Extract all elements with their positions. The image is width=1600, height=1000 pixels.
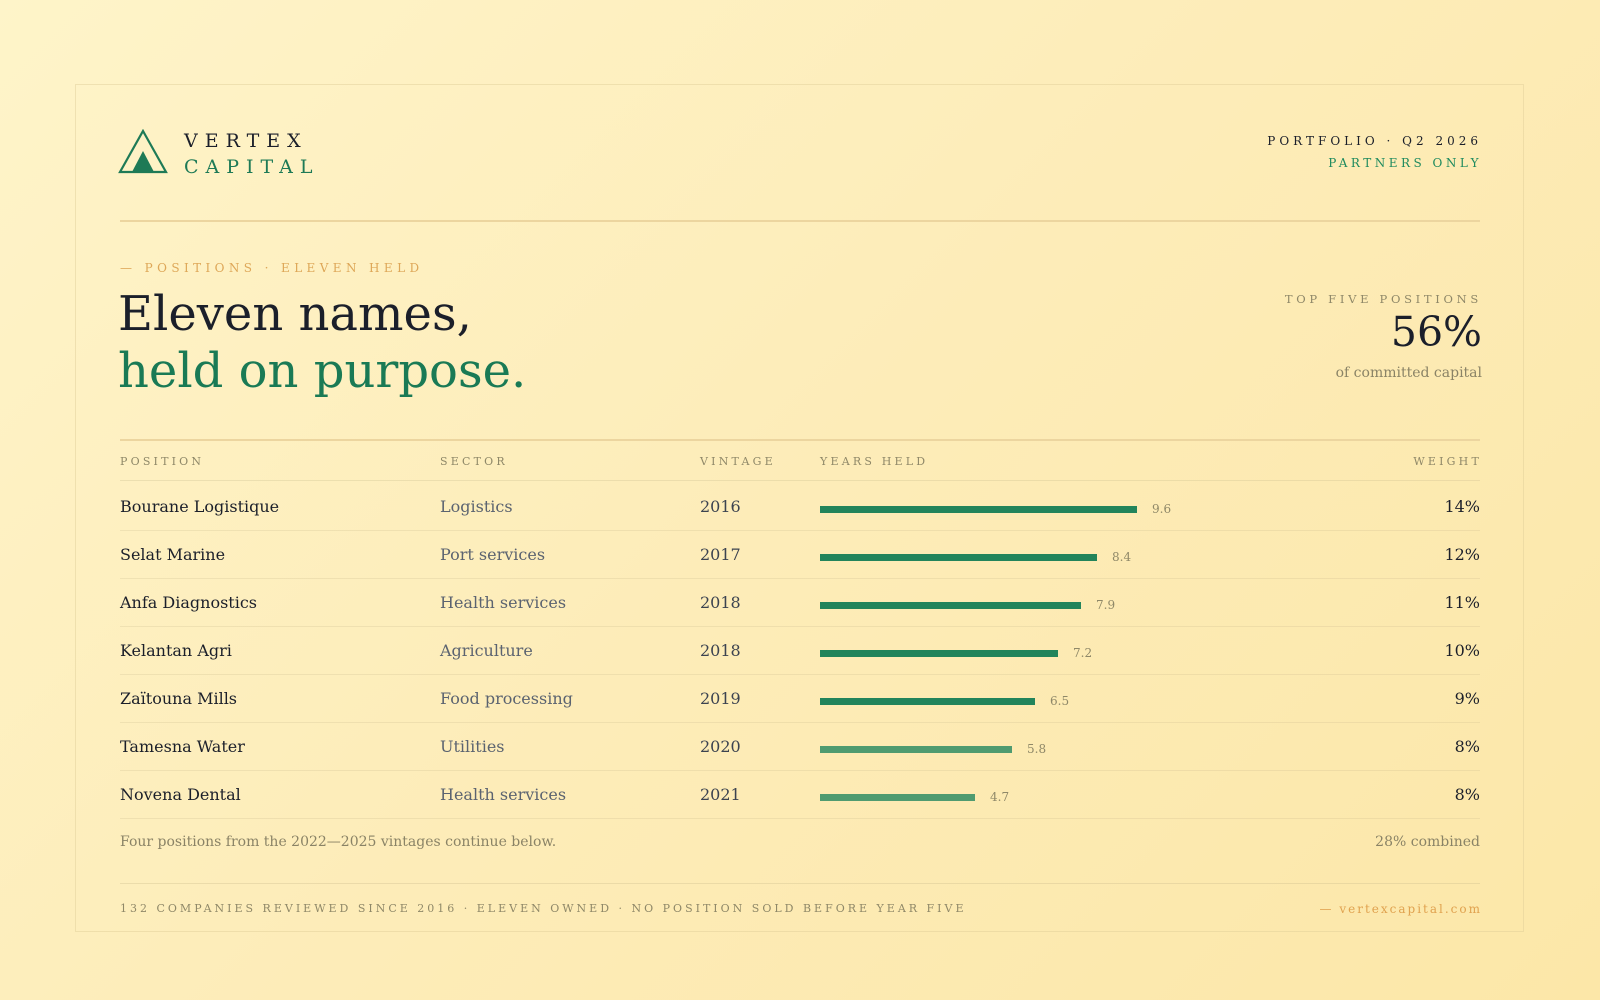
position-weight: 8%	[1454, 785, 1480, 804]
stat-label: TOP FIVE POSITIONS	[1284, 292, 1482, 306]
years-held-value: 7.2	[1073, 646, 1093, 660]
continuation-note: Four positions from the 2022—2025 vintag…	[120, 834, 557, 850]
column-header-weight: WEIGHT	[1413, 455, 1482, 468]
section-kicker: — POSITIONS · ELEVEN HELD	[120, 261, 424, 275]
position-sector: Utilities	[440, 737, 505, 756]
brand-subname: CAPITAL	[184, 156, 320, 178]
position-name: Kelantan Agri	[120, 641, 232, 660]
position-weight: 10%	[1444, 641, 1480, 660]
position-name: Anfa Diagnostics	[120, 593, 257, 612]
position-weight: 9%	[1454, 689, 1480, 708]
years-held-value: 4.7	[990, 790, 1010, 804]
position-sector: Health services	[440, 593, 567, 612]
portfolio-period: PORTFOLIO · Q2 2026	[1267, 134, 1482, 148]
table-row[interactable]: Bourane Logistique Logistics 2016 9.6 14%	[120, 482, 1480, 531]
position-sector: Logistics	[440, 497, 513, 516]
table-row[interactable]: Tamesna Water Utilities 2020 5.8 8%	[120, 722, 1480, 771]
years-held-bar	[820, 554, 1097, 561]
brand-name: VERTEX	[184, 130, 308, 152]
position-name: Bourane Logistique	[120, 497, 280, 516]
header-divider	[120, 220, 1480, 222]
years-held-value: 7.9	[1096, 598, 1116, 612]
vertex-logo-icon	[118, 129, 168, 174]
position-sector: Agriculture	[440, 641, 533, 660]
table-row[interactable]: Selat Marine Port services 2017 8.4 12%	[120, 530, 1480, 579]
position-vintage: 2020	[700, 737, 741, 756]
stat-caption: of committed capital	[1335, 365, 1482, 381]
column-header-years-held: YEARS HELD	[820, 455, 929, 468]
position-sector: Port services	[440, 545, 546, 564]
column-header-sector: SECTOR	[440, 455, 508, 468]
table-row[interactable]: Kelantan Agri Agriculture 2018 7.2 10%	[120, 626, 1480, 675]
footer-summary: 132 COMPANIES REVIEWED SINCE 2016 · ELEV…	[120, 902, 967, 915]
header-row-divider	[120, 480, 1480, 481]
stat-value: 56%	[1390, 308, 1482, 356]
combined-weight: 28% combined	[1375, 834, 1480, 850]
column-header-vintage: VINTAGE	[700, 455, 776, 468]
position-name: Novena Dental	[120, 785, 241, 804]
position-vintage: 2019	[700, 689, 741, 708]
headline-line-2: held on purpose.	[118, 343, 527, 399]
years-held-bar	[820, 506, 1137, 513]
position-weight: 8%	[1454, 737, 1480, 756]
position-sector: Food processing	[440, 689, 573, 708]
table-top-divider	[120, 439, 1480, 441]
position-name: Zaïtouna Mills	[120, 689, 238, 708]
position-sector: Health services	[440, 785, 567, 804]
website-link[interactable]: — vertexcapital.com	[1320, 902, 1482, 916]
years-held-value: 9.6	[1152, 502, 1172, 516]
footer-divider	[120, 883, 1480, 884]
years-held-value: 5.8	[1027, 742, 1047, 756]
years-held-value: 6.5	[1050, 694, 1070, 708]
position-vintage: 2018	[700, 641, 741, 660]
column-header-position: POSITION	[120, 455, 205, 468]
years-held-bar	[820, 746, 1012, 753]
years-held-bar	[820, 602, 1081, 609]
years-held-bar	[820, 698, 1035, 705]
years-held-bar	[820, 650, 1058, 657]
position-weight: 12%	[1444, 545, 1480, 564]
table-row[interactable]: Anfa Diagnostics Health services 2018 7.9 11…	[120, 578, 1480, 627]
position-weight: 14%	[1444, 497, 1480, 516]
position-vintage: 2017	[700, 545, 741, 564]
position-name: Tamesna Water	[120, 737, 245, 756]
position-vintage: 2021	[700, 785, 741, 804]
position-vintage: 2018	[700, 593, 741, 612]
headline-line-1: Eleven names,	[118, 286, 472, 342]
audience-label: PARTNERS ONLY	[1328, 156, 1482, 170]
years-held-value: 8.4	[1112, 550, 1132, 564]
position-name: Selat Marine	[120, 545, 226, 564]
years-held-bar	[820, 794, 975, 801]
position-weight: 11%	[1444, 593, 1480, 612]
table-row[interactable]: Zaïtouna Mills Food processing 2019 6.5 9%	[120, 674, 1480, 723]
table-row[interactable]: Novena Dental Health services 2021 4.7 8%	[120, 770, 1480, 819]
position-vintage: 2016	[700, 497, 741, 516]
